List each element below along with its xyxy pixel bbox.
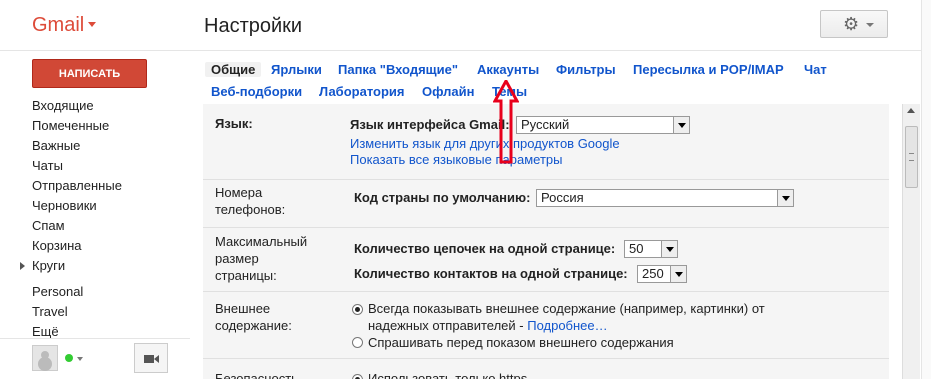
tab-labs[interactable]: Лаборатория — [319, 84, 404, 99]
settings-gear-button[interactable]: ⚙ — [820, 10, 888, 38]
show-all-languages-link[interactable]: Показать все языковые параметры — [350, 152, 562, 167]
sidebar-item-trash[interactable]: Корзина — [0, 236, 190, 256]
page-title: Настройки — [204, 15, 303, 37]
chevron-down-icon — [777, 190, 793, 206]
country-code-label: Код страны по умолчанию: — [354, 190, 531, 205]
setting-row-language: Язык: Язык интерфейса Gmail: Русский Изм… — [203, 104, 889, 180]
row-label: размер — [215, 251, 259, 266]
logo-caret-icon[interactable] — [88, 22, 96, 27]
row-label: Безопасность — [215, 371, 298, 379]
chevron-down-icon — [670, 266, 686, 282]
row-label: Номера — [215, 185, 263, 200]
chevron-down-icon — [661, 241, 677, 257]
sidebar-item-spam[interactable]: Спам — [0, 216, 190, 236]
tab-labels[interactable]: Ярлыки — [271, 62, 322, 77]
scroll-up-arrow-icon[interactable] — [907, 108, 915, 113]
ask-before-label: Спрашивать перед показом внешнего содерж… — [368, 335, 674, 350]
settings-scrollbar[interactable] — [902, 104, 920, 379]
status-online-icon[interactable] — [65, 354, 73, 362]
sidebar-item-drafts[interactable]: Черновики — [0, 196, 190, 216]
tab-chat[interactable]: Чат — [804, 62, 827, 77]
tab-accounts[interactable]: Аккаунты — [477, 62, 539, 77]
chevron-down-icon — [673, 117, 689, 133]
scroll-thumb[interactable] — [905, 126, 918, 188]
tab-themes[interactable]: Темы — [492, 84, 527, 99]
country-code-select[interactable]: Россия — [536, 189, 794, 207]
video-call-button[interactable] — [134, 343, 168, 373]
sidebar-item-circles[interactable]: Круги — [0, 256, 190, 276]
gear-icon: ⚙ — [843, 14, 860, 34]
settings-panel: Язык: Язык интерфейса Gmail: Русский Изм… — [203, 104, 889, 379]
tab-inbox[interactable]: Папка "Входящие" — [338, 62, 458, 77]
chevron-down-icon — [866, 23, 874, 27]
https-only-label: Использовать только https — [368, 371, 528, 379]
row-label: содержание: — [215, 318, 292, 333]
sidebar-item-travel[interactable]: Travel — [0, 302, 190, 322]
radio-ask-before[interactable] — [352, 337, 363, 348]
chat-bar — [0, 338, 190, 380]
setting-row-security: Безопасность Использовать только https — [203, 359, 889, 379]
setting-row-phone: Номера телефонов: Код страны по умолчани… — [203, 180, 889, 228]
radio-https-only[interactable] — [352, 374, 363, 379]
row-label: Внешнее — [215, 301, 271, 316]
interface-language-select[interactable]: Русский — [516, 116, 690, 134]
gmail-logo[interactable]: Gmail — [32, 14, 84, 37]
tab-forwarding[interactable]: Пересылка и POP/IMAP — [633, 62, 784, 77]
select-value: Русский — [521, 117, 570, 132]
sidebar-item-chats[interactable]: Чаты — [0, 156, 190, 176]
threads-per-page-select[interactable]: 50 — [624, 240, 678, 258]
select-value: Россия — [541, 190, 584, 205]
radio-always-show[interactable] — [352, 304, 363, 315]
video-camera-icon — [144, 355, 159, 363]
contacts-per-page-label: Количество контактов на одной странице: — [354, 266, 628, 281]
contacts-per-page-select[interactable]: 250 — [637, 265, 687, 283]
row-label: Язык: — [215, 116, 253, 131]
sidebar-item-important[interactable]: Важные — [0, 136, 190, 156]
tab-web-clips[interactable]: Веб-подборки — [211, 84, 302, 99]
status-caret-icon[interactable] — [77, 357, 83, 361]
tab-offline[interactable]: Офлайн — [422, 84, 475, 99]
always-show-label-cont: надежных отправителей - Подробнее… — [368, 318, 608, 333]
sidebar-nav: Входящие Помеченные Важные Чаты Отправле… — [0, 96, 190, 342]
learn-more-link[interactable]: Подробнее… — [527, 318, 607, 333]
row-label: Максимальный — [215, 234, 308, 249]
interface-language-label: Язык интерфейса Gmail: — [350, 117, 510, 132]
select-value: 250 — [642, 266, 664, 281]
setting-row-page-size: Максимальный размер страницы: Количество… — [203, 228, 889, 292]
top-bar: Gmail Настройки ⚙ — [0, 0, 931, 51]
sidebar-item-sent[interactable]: Отправленные — [0, 176, 190, 196]
row-label: телефонов: — [215, 202, 286, 217]
row-label: страницы: — [215, 268, 277, 283]
option-text: надежных отправителей - — [368, 318, 528, 333]
tab-general[interactable]: Общие — [205, 62, 262, 77]
sidebar-item-starred[interactable]: Помеченные — [0, 116, 190, 136]
select-value: 50 — [629, 241, 644, 256]
threads-per-page-label: Количество цепочек на одной странице: — [354, 241, 616, 256]
page-scrollbar[interactable] — [921, 0, 931, 379]
change-language-link[interactable]: Изменить язык для других продуктов Googl… — [350, 136, 620, 151]
sidebar-item-inbox[interactable]: Входящие — [0, 96, 190, 116]
compose-button[interactable]: НАПИСАТЬ — [32, 59, 147, 88]
tab-filters[interactable]: Фильтры — [556, 62, 616, 77]
always-show-label: Всегда показывать внешнее содержание (на… — [368, 301, 765, 316]
sidebar-item-personal[interactable]: Personal — [0, 282, 190, 302]
setting-row-external-content: Внешнее содержание: Всегда показывать вн… — [203, 292, 889, 359]
user-avatar-icon[interactable] — [32, 345, 58, 371]
